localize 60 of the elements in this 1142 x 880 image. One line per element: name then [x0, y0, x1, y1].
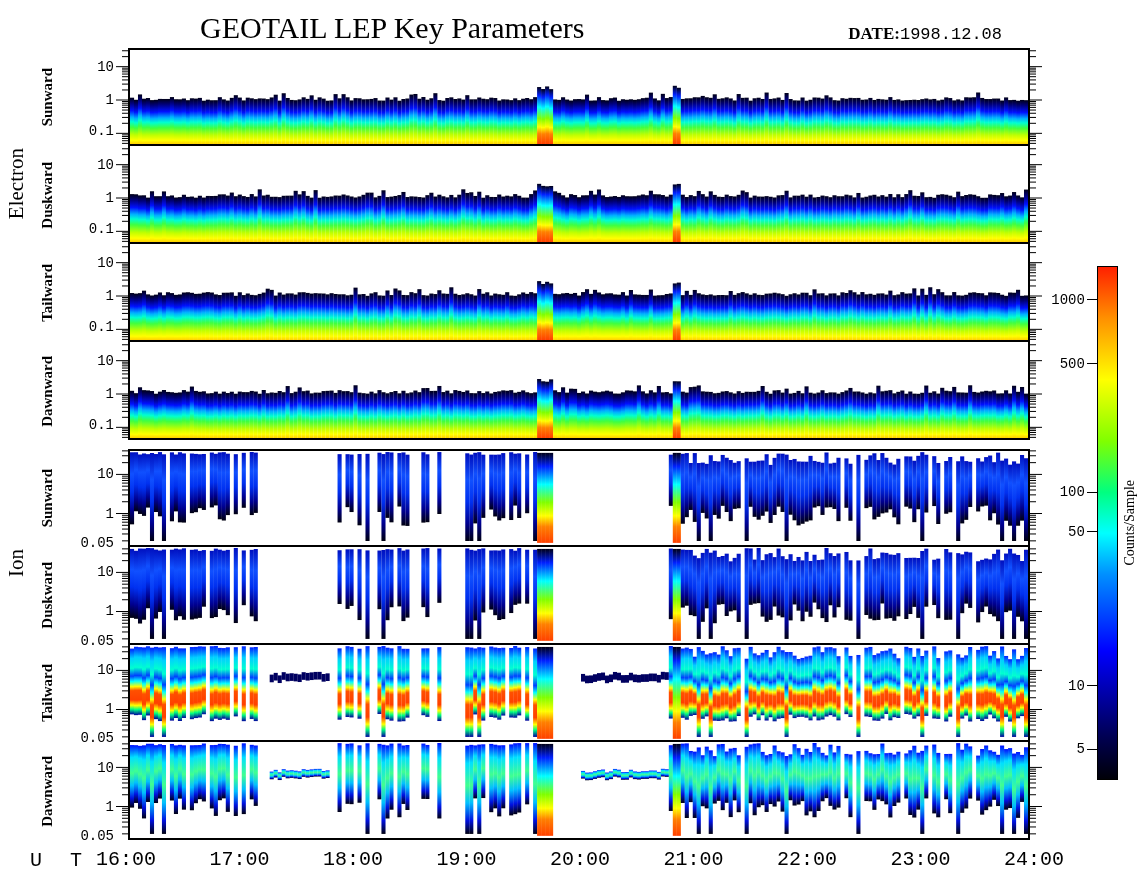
time-tick-label: 24:00 [1003, 850, 1064, 870]
axis-tick-label: 0.1 [88, 418, 114, 433]
colorbar-title: Counts/Sample [1123, 480, 1138, 566]
axis-tick-label: 1 [105, 604, 114, 619]
time-tick-label: 20:00 [549, 850, 610, 870]
direction-label: Duskward [39, 562, 55, 629]
time-tick-label: 16:00 [96, 850, 156, 870]
species-label: Electron [5, 148, 27, 220]
direction-label: Duskward [39, 161, 55, 229]
colorbar-tick-label: 5 [1076, 742, 1085, 757]
colorbar-tick-label: 50 [1068, 524, 1085, 539]
time-tick-label: 17:00 [209, 850, 270, 870]
axis-tick-label: 1 [105, 799, 114, 814]
tick-mark [1086, 491, 1097, 493]
tick-mark [1086, 685, 1097, 687]
plot-title: GEOTAIL LEP Key Parameters [200, 13, 585, 43]
axis-tick-label: 1 [105, 702, 114, 716]
axis-tick-label: 10 [97, 255, 114, 270]
colorbar-tick-label: 10 [1068, 678, 1085, 693]
axis-tick-label: 1 [105, 506, 114, 521]
axis-tick-label: 1 [105, 288, 114, 303]
direction-label: Dawnward [39, 355, 55, 427]
time-tick-label: 18:00 [322, 850, 383, 870]
axis-tick-label: 0.05 [80, 633, 114, 648]
direction-label: Tailward [39, 264, 55, 322]
direction-label: Sunward [39, 468, 55, 528]
tick-mark [1086, 363, 1097, 365]
direction-label: Tailward [39, 664, 55, 723]
time-tick-label: 21:00 [663, 850, 724, 870]
time-tick-label: 19:00 [436, 850, 497, 870]
colorbar-tick-label: 100 [1059, 485, 1085, 500]
axis-tick-label: 10 [97, 662, 114, 677]
direction-label: Sunward [39, 67, 55, 127]
axis-tick-label: 10 [97, 467, 114, 482]
tick-mark [1086, 531, 1097, 533]
species-label: Ion [5, 549, 27, 577]
axis-tick-label: 1 [105, 190, 114, 205]
tick-mark [1086, 748, 1097, 750]
axis-tick-label: 1 [105, 386, 114, 401]
axis-tick-label: 10 [97, 760, 114, 775]
date-label: DATE: [848, 25, 900, 42]
axis-tick-label: 0.1 [88, 124, 114, 139]
direction-label: Dawnward [39, 755, 55, 827]
axis-tick-label: 10 [97, 157, 114, 172]
axis-tick-label: 1 [105, 92, 114, 107]
axis-title: U T [30, 848, 91, 872]
time-tick-label: 23:00 [890, 850, 951, 870]
colorbar-tick-label: 500 [1059, 356, 1085, 371]
time-tick-label: 22:00 [776, 850, 837, 870]
axis-tick-label: 0.1 [88, 222, 114, 237]
axis-tick-label: 0.05 [80, 535, 114, 550]
date-value: 1998.12.08 [899, 26, 1002, 43]
axis-tick-label: 10 [97, 565, 114, 580]
axis-tick-label: 0.1 [88, 320, 114, 335]
tick-mark [1086, 299, 1097, 301]
axis-tick-label: 10 [97, 59, 114, 74]
axis-tick-label: 0.05 [80, 731, 114, 746]
axis-tick-label: 10 [97, 353, 114, 368]
colorbar-tick-label: 1000 [1051, 292, 1085, 307]
axis-tick-label: 0.05 [80, 829, 114, 844]
